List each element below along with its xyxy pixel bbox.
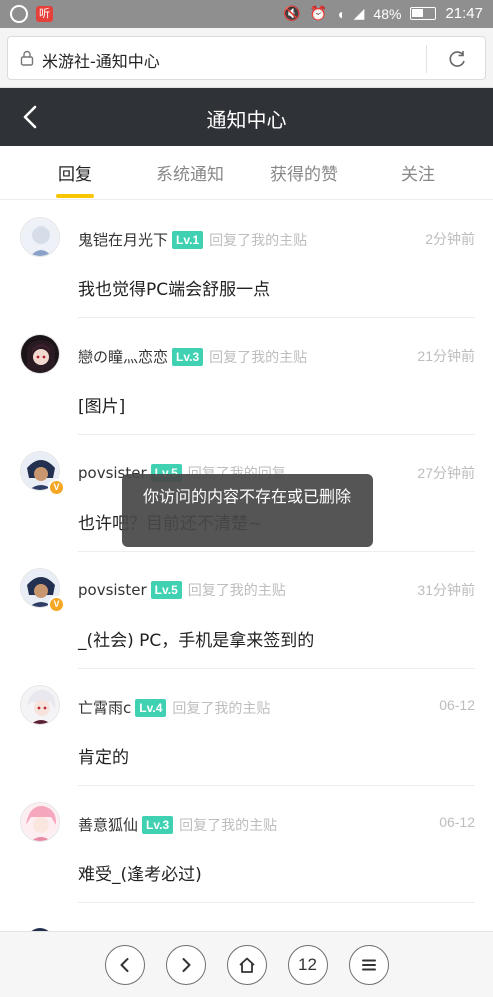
alarm-icon: ⏰ — [309, 5, 328, 21]
level-badge: Lv.4 — [135, 698, 167, 717]
url-field[interactable]: 米游社-通知中心 — [7, 36, 486, 80]
username[interactable]: povsister — [78, 581, 147, 599]
chevron-left-icon — [120, 958, 129, 972]
reply-content[interactable]: [图片] — [78, 392, 125, 417]
action-text: 回复了我的主贴 — [209, 349, 308, 366]
notification-item[interactable]: 戀の瞳灬恋恋 Lv.3 回复了我的主贴 21分钟前 [图片] — [0, 318, 493, 435]
reply-content[interactable]: 肯定的 — [78, 743, 129, 768]
tab-replies[interactable]: 回复 — [25, 160, 125, 185]
tab-likes-received[interactable]: 获得的赞 — [254, 160, 354, 185]
battery-percent: 48% — [373, 5, 402, 22]
username[interactable]: 戀の瞳灬恋恋 — [78, 346, 168, 367]
tabs-button[interactable]: 12 — [288, 945, 328, 985]
username[interactable]: 鬼铠在月光下 — [78, 229, 168, 250]
username[interactable]: 善意狐仙 — [78, 814, 138, 835]
notification-item[interactable]: 善意狐仙 Lv.3 回复了我的主贴 06-12 难受_(逢考必过) — [0, 786, 493, 903]
tab-system-notice[interactable]: 系统通知 — [140, 160, 240, 185]
reload-icon[interactable] — [446, 48, 468, 70]
timestamp: 27分钟前 — [417, 465, 475, 481]
verified-badge-icon: V — [48, 596, 65, 613]
forward-button[interactable] — [166, 945, 206, 985]
tab-follows[interactable]: 关注 — [368, 160, 468, 185]
reply-content[interactable]: _(社会) PC，手机是拿来签到的 — [78, 626, 314, 651]
status-bar: 听 🔇 ⏰ ◖ ◢ 48% 21:47 — [0, 0, 493, 28]
action-text: 回复了我的主贴 — [187, 583, 286, 599]
menu-icon — [362, 959, 376, 971]
browser-toolbar: 12 — [0, 931, 493, 997]
back-button[interactable] — [105, 945, 145, 985]
menu-button[interactable] — [349, 945, 389, 985]
avatar[interactable] — [20, 334, 60, 374]
timestamp: 2分钟前 — [425, 231, 475, 247]
timestamp: 31分钟前 — [417, 582, 475, 598]
chevron-right-icon — [182, 958, 191, 972]
url-divider — [426, 45, 427, 73]
action-text: 回复了我的主贴 — [209, 232, 308, 249]
notification-tabs: 回复 系统通知 获得的赞 关注 — [0, 146, 493, 200]
level-badge: Lv.1 — [172, 230, 204, 249]
divider — [78, 902, 475, 903]
username[interactable]: 亡霄雨c — [78, 697, 131, 718]
mute-icon: 🔇 — [283, 5, 301, 21]
notification-item[interactable]: V povsister Lv.5 回复了我的主贴 31分钟前 _(社会) PC，… — [0, 552, 493, 669]
page-header: 通知中心 — [0, 88, 493, 146]
timestamp: 06-12 — [439, 814, 475, 830]
action-text: 回复了我的主贴 — [172, 700, 271, 717]
level-badge: Lv.3 — [172, 347, 204, 366]
netease-app-icon — [10, 5, 28, 23]
timestamp: 06-12 — [439, 697, 475, 713]
signal-icon: ◢ — [353, 5, 365, 21]
reply-content[interactable]: 我也觉得PC端会舒服一点 — [78, 275, 270, 300]
app-notification-badge: 听 — [36, 6, 53, 22]
verified-badge-icon: V — [48, 479, 65, 496]
notification-item[interactable]: 亡霄雨c Lv.4 回复了我的主贴 06-12 肯定的 — [0, 669, 493, 786]
page-title: 通知中心 — [206, 108, 287, 132]
home-icon — [239, 957, 255, 973]
timestamp: 21分钟前 — [417, 348, 475, 364]
wifi-icon: ◖ — [336, 5, 345, 22]
reply-content[interactable]: 难受_(逢考必过) — [78, 860, 202, 885]
home-button[interactable] — [227, 945, 267, 985]
avatar[interactable] — [20, 685, 60, 725]
level-badge: Lv.5 — [150, 581, 182, 599]
url-text: 米游社-通知中心 — [42, 52, 160, 71]
avatar[interactable] — [20, 802, 60, 842]
lock-icon — [20, 50, 34, 66]
browser-address-bar: 米游社-通知中心 — [0, 28, 493, 88]
notification-item[interactable]: 鬼铠在月光下 Lv.1 回复了我的主贴 2分钟前 我也觉得PC端会舒服一点 — [0, 201, 493, 318]
battery-icon — [410, 7, 437, 20]
avatar[interactable] — [20, 217, 60, 257]
active-tab-indicator — [56, 194, 94, 198]
tab-count: 12 — [298, 955, 317, 974]
toast-message: 你访问的内容不存在或已删除 — [122, 474, 373, 547]
action-text: 回复了我的主贴 — [179, 817, 278, 834]
level-badge: Lv.3 — [142, 815, 174, 834]
partial-avatar — [20, 920, 60, 931]
clock: 21:47 — [445, 5, 483, 22]
